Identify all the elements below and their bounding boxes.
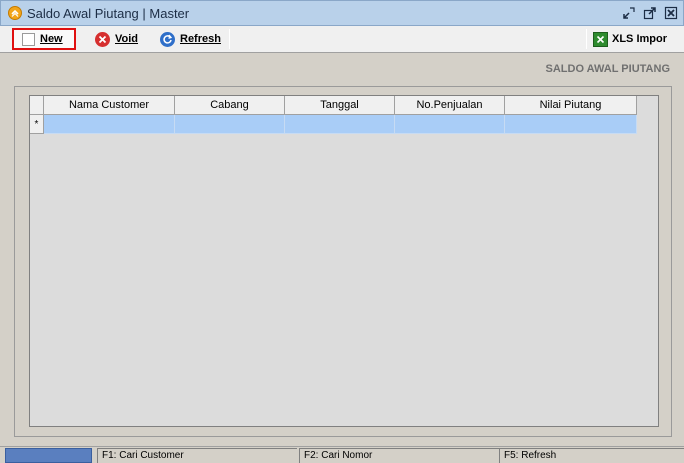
grid-header: Nama Customer Cabang Tanggal No.Penjuala… xyxy=(30,96,637,115)
status-f5: F5: Refresh xyxy=(499,448,684,463)
close-icon[interactable] xyxy=(663,5,679,21)
column-header-nilai-piutang[interactable]: Nilai Piutang xyxy=(505,96,637,115)
window-title: Saldo Awal Piutang | Master xyxy=(27,5,190,21)
popout-icon[interactable] xyxy=(642,5,658,21)
new-row-marker: * xyxy=(30,115,44,134)
section-title: SALDO AWAL PIUTANG xyxy=(545,63,670,75)
restore-icon[interactable] xyxy=(621,5,637,21)
status-f1: F1: Cari Customer xyxy=(97,448,297,463)
grid-panel: Nama Customer Cabang Tanggal No.Penjuala… xyxy=(14,86,672,437)
toolbar-separator xyxy=(229,29,230,49)
xls-import-label: XLS Impor xyxy=(612,33,668,45)
new-button-label: New xyxy=(40,33,63,45)
cell-nilai-piutang[interactable] xyxy=(505,115,637,134)
refresh-icon xyxy=(160,31,175,47)
new-row[interactable]: * xyxy=(30,115,637,134)
status-bar: F1: Cari Customer F2: Cari Nomor F5: Ref… xyxy=(0,446,684,463)
new-document-icon xyxy=(22,32,35,46)
void-button[interactable]: Void xyxy=(95,28,138,50)
column-header-nama-customer[interactable]: Nama Customer xyxy=(44,96,175,115)
column-header-tanggal[interactable]: Tanggal xyxy=(285,96,395,115)
cell-cabang[interactable] xyxy=(175,115,285,134)
void-icon xyxy=(95,31,110,47)
title-bar: Saldo Awal Piutang | Master xyxy=(0,0,684,26)
column-header-no-penjualan[interactable]: No.Penjualan xyxy=(395,96,505,115)
refresh-button[interactable]: Refresh xyxy=(160,28,221,50)
status-f2: F2: Cari Nomor xyxy=(299,448,499,463)
toolbar-separator xyxy=(586,29,587,49)
new-button[interactable]: New xyxy=(12,28,76,50)
refresh-button-label: Refresh xyxy=(180,33,221,45)
cell-tanggal[interactable] xyxy=(285,115,395,134)
excel-icon xyxy=(593,31,608,47)
void-button-label: Void xyxy=(115,33,139,45)
row-header-corner xyxy=(30,96,44,115)
xls-import-button[interactable]: XLS Impor xyxy=(593,28,667,50)
toolbar: New Void Refresh XLS Impor xyxy=(0,26,684,53)
data-grid[interactable]: Nama Customer Cabang Tanggal No.Penjuala… xyxy=(29,95,659,427)
status-progress xyxy=(5,448,92,463)
cell-nama-customer[interactable] xyxy=(44,115,175,134)
app-icon xyxy=(8,6,22,20)
cell-no-penjualan[interactable] xyxy=(395,115,505,134)
column-header-cabang[interactable]: Cabang xyxy=(175,96,285,115)
